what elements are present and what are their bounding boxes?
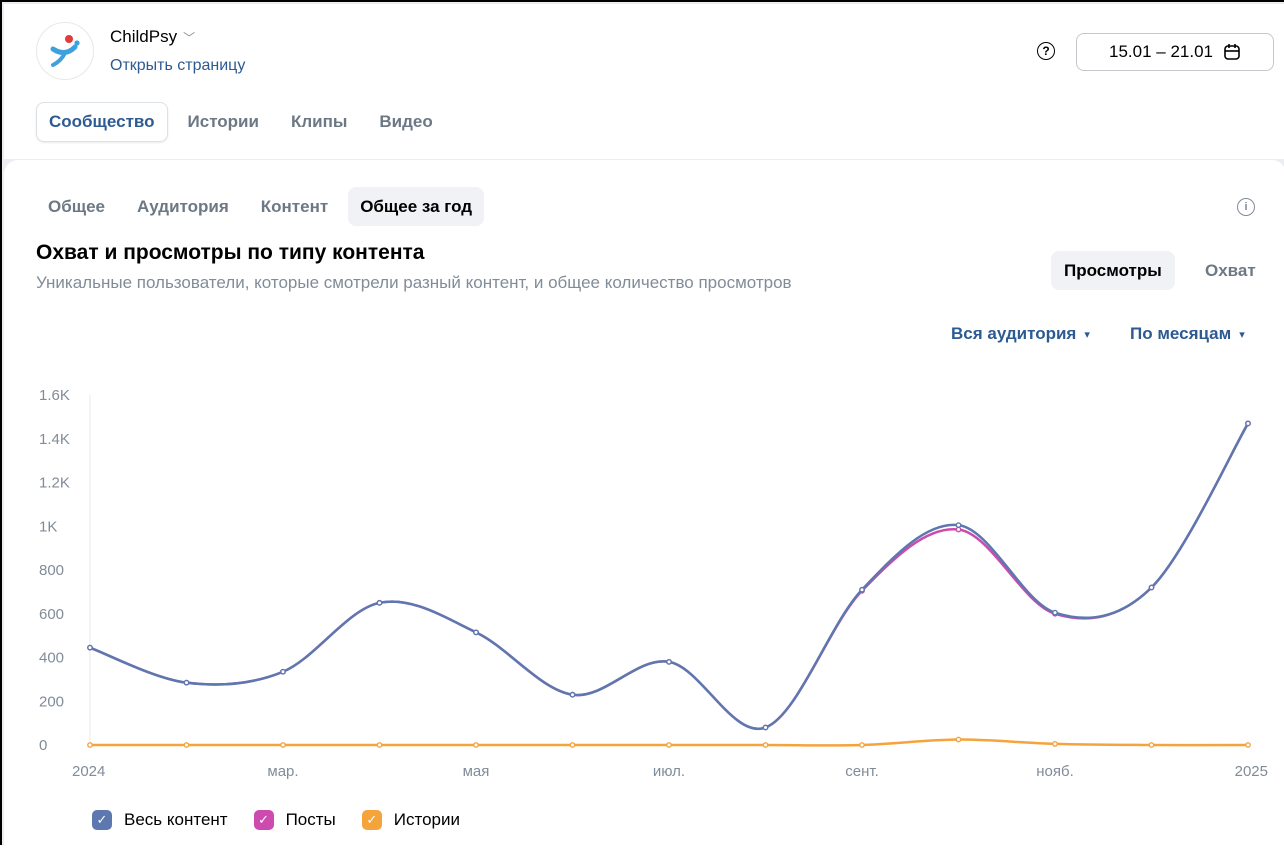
legend-label: Истории: [393, 810, 460, 829]
data-point: [859, 586, 865, 593]
data-point: [1148, 742, 1155, 748]
data-point: [1052, 609, 1058, 616]
line-chart: 0 200 400 600 800 1K 1.2K 1.4K 1.6K 2024 мар. мая ию…: [39, 387, 1268, 780]
x-tick-label: сент.: [845, 763, 879, 780]
data-point: [183, 742, 190, 748]
data-point: [87, 644, 93, 651]
data-point: [473, 742, 479, 748]
tab-clips[interactable]: Клипы: [279, 102, 359, 142]
data-point: [569, 691, 576, 698]
x-tick-label: нояб.: [1036, 763, 1074, 780]
data-point: [666, 658, 672, 665]
legend-label: Посты: [285, 810, 336, 829]
y-tick-label: 400: [39, 650, 64, 667]
y-tick-label: 600: [39, 606, 64, 623]
data-point: [1052, 741, 1058, 747]
y-tick-label: 1.2K: [39, 475, 70, 492]
data-point: [666, 742, 672, 748]
data-point: [280, 668, 286, 675]
tab-stories[interactable]: Истории: [176, 102, 271, 142]
y-tick-label: 1.4K: [39, 431, 70, 448]
data-point: [955, 736, 962, 743]
x-tick-label: июл.: [653, 763, 685, 780]
series-line-1: [89, 422, 1250, 731]
data-point: [569, 742, 576, 748]
y-tick-label: 200: [39, 693, 64, 710]
y-tick-label: 1.6K: [39, 387, 70, 404]
legend-item-posts[interactable]: ✓ Посты: [253, 810, 336, 830]
x-tick-label: мар.: [267, 763, 298, 780]
app-frame: ChildPsy ﹀ Открыть страницу ? 15.01 – 21…: [0, 0, 1284, 850]
data-point: [955, 522, 962, 529]
help-icon[interactable]: ?: [1037, 42, 1055, 60]
date-range-button[interactable]: 15.01 – 21.01: [1076, 33, 1274, 71]
header: ChildPsy ﹀ Открыть страницу ? 15.01 – 21…: [4, 4, 1284, 159]
data-point: [376, 599, 383, 606]
data-point: [859, 742, 865, 748]
x-tick-label: 2025: [1235, 763, 1268, 780]
group-name-label: ChildPsy: [110, 27, 178, 46]
legend-label: Весь контент: [124, 810, 228, 829]
data-point: [762, 724, 769, 731]
top-tabs: Сообщество Истории Клипы Видео: [36, 102, 453, 142]
y-tick-label: 800: [39, 562, 64, 579]
x-tick-label: 2024: [72, 763, 105, 780]
data-point: [1245, 420, 1251, 427]
data-point: [183, 679, 190, 686]
calendar-icon: [1224, 44, 1240, 60]
open-page-link[interactable]: Открыть страницу: [110, 57, 245, 75]
data-point: [280, 742, 286, 748]
y-tick-label: 1K: [39, 518, 57, 535]
legend-item-all[interactable]: ✓ Весь контент: [92, 810, 228, 830]
group-name[interactable]: ChildPsy ﹀: [110, 27, 195, 47]
data-point: [473, 629, 479, 636]
data-point: [762, 742, 769, 748]
x-tick-label: мая: [463, 763, 490, 780]
group-avatar[interactable]: [36, 22, 94, 80]
checkbox-icon[interactable]: ✓: [361, 810, 382, 830]
legend-item-stories[interactable]: ✓ Истории: [361, 810, 460, 830]
checkbox-icon[interactable]: ✓: [92, 810, 112, 830]
tab-video[interactable]: Видео: [367, 102, 444, 142]
date-range-label: 15.01 – 21.01: [1109, 42, 1213, 61]
checkbox-icon[interactable]: ✓: [253, 810, 274, 830]
y-tick-label: 0: [39, 737, 47, 754]
data-point: [1245, 742, 1251, 748]
data-point: [87, 742, 93, 748]
stats-card: Общее Аудитория Контент Общее за год i О…: [4, 160, 1284, 850]
data-point: [376, 742, 383, 748]
series-line-0: [89, 422, 1250, 731]
chart-legend: ✓ Весь контент ✓ Посты ✓ Истории: [92, 810, 460, 830]
group-logo-icon: [50, 35, 80, 67]
data-point: [1148, 584, 1155, 591]
tab-community[interactable]: Сообщество: [36, 102, 168, 142]
chevron-down-icon: ﹀: [183, 30, 196, 45]
